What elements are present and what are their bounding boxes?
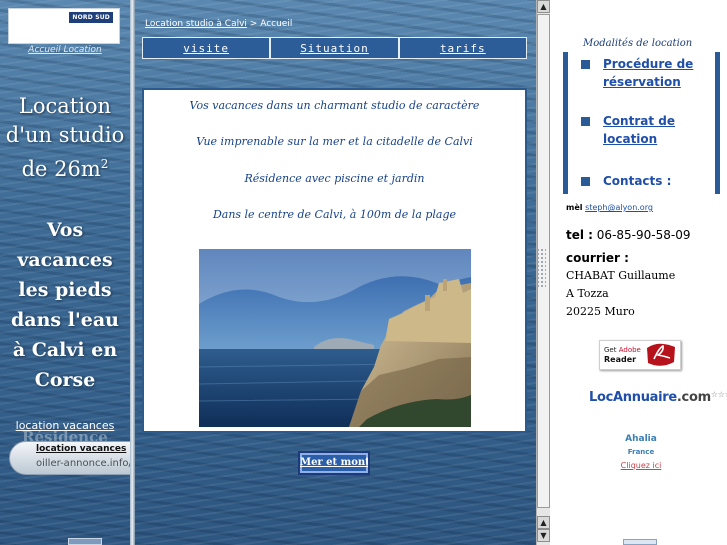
reservation-link[interactable]: Procédure de réservation bbox=[603, 55, 701, 91]
slogan: Vos vacances les pieds dans l'eau à Calv… bbox=[0, 215, 130, 395]
adobe-brand-text: Adobe bbox=[618, 346, 641, 354]
site-title-line: de 26m2 bbox=[0, 150, 130, 184]
adobe-get-text: Get bbox=[604, 346, 617, 354]
logo-badge: NORD SUD bbox=[69, 12, 113, 23]
rating-stars-icon: ☆☆☆ bbox=[710, 390, 727, 399]
contract-item[interactable]: Contrat de location bbox=[581, 112, 691, 148]
breadcrumb-separator: > bbox=[246, 19, 261, 29]
feature-text: Résidence avec piscine et jardin bbox=[244, 172, 425, 185]
right-bottom-button[interactable] bbox=[623, 539, 657, 545]
email-link[interactable]: steph@alyon.org bbox=[585, 203, 653, 212]
site-title: Location d'un studio de 26m2 bbox=[0, 92, 130, 184]
ad-banner-title[interactable]: location vacances bbox=[36, 444, 126, 454]
accent-bar-right bbox=[715, 52, 720, 194]
slogan-line: Vos bbox=[46, 219, 84, 241]
phone-number: 06-85-90-58-09 bbox=[596, 228, 691, 242]
locannuaire-banner[interactable]: LocAnnuaire.com☆☆☆ bbox=[589, 390, 727, 405]
site-title-text: de 26m bbox=[21, 157, 101, 181]
phone-line: tel : 06-85-90-58-09 bbox=[566, 228, 690, 242]
locannuaire-domain: .com bbox=[676, 390, 711, 405]
site-title-line: d'un studio bbox=[5, 123, 125, 147]
slogan-line: dans l'eau bbox=[11, 309, 119, 331]
phone-label: tel : bbox=[566, 228, 593, 242]
site-logo[interactable]: NORD SUD bbox=[8, 8, 120, 44]
square-bullet-icon bbox=[581, 117, 590, 126]
slogan-line: Corse bbox=[34, 369, 96, 391]
locannuaire-text: LocAnnuaire bbox=[589, 390, 677, 405]
adobe-badge-text: Get Adobe Reader bbox=[604, 346, 641, 365]
nav-tab-visite[interactable]: visite bbox=[143, 38, 270, 58]
email-line: mèl steph@alyon.org bbox=[566, 203, 653, 212]
email-label: mèl bbox=[566, 203, 583, 212]
square-bullet-icon bbox=[581, 177, 590, 186]
breadcrumb: Location studio à Calvi > Accueil bbox=[145, 19, 292, 29]
main-nav: visite Situation tarifs bbox=[142, 37, 527, 59]
arrow-down-icon[interactable]: ▼ bbox=[537, 529, 550, 542]
ahalia-cta-link[interactable]: Cliquez ici bbox=[563, 461, 719, 470]
left-frame: NORD SUD Accueil Location Location d'un … bbox=[0, 0, 130, 545]
accent-bar-left bbox=[563, 52, 568, 194]
ad-banner[interactable]: location vacances oiller-annonce.info/ l… bbox=[9, 441, 130, 475]
square-bullet-icon bbox=[581, 60, 590, 69]
content-panel: Vos vacances dans un charmant studio de … bbox=[142, 88, 527, 433]
contacts-heading: Contacts : bbox=[603, 174, 672, 188]
nav-tab-tarifs[interactable]: tarifs bbox=[397, 38, 526, 58]
site-title-superscript: 2 bbox=[100, 157, 109, 171]
ad-banner-url: oiller-annonce.info/ le bbox=[36, 458, 130, 469]
calvi-citadel-photo bbox=[199, 249, 471, 427]
adobe-reader-text: Reader bbox=[604, 355, 637, 364]
contacts-item: Contacts : bbox=[581, 172, 671, 190]
feature-text: Vue imprenable sur la mer et la citadell… bbox=[196, 135, 473, 148]
breadcrumb-current: Accueil bbox=[260, 19, 293, 29]
resize-grip[interactable] bbox=[536, 248, 546, 288]
address-line: CHABAT Guillaume bbox=[566, 269, 676, 282]
postal-label: courrier : bbox=[566, 251, 629, 265]
home-link[interactable]: Accueil Location bbox=[0, 45, 130, 55]
slogan-line: à Calvi en bbox=[12, 339, 118, 361]
right-frame-gap bbox=[550, 0, 563, 545]
arrow-up-icon[interactable]: ▲ bbox=[537, 516, 550, 529]
breadcrumb-link[interactable]: Location studio à Calvi bbox=[145, 19, 247, 29]
slogan-line: vacances bbox=[17, 249, 113, 271]
feature-text: Dans le centre de Calvi, à 100m de la pl… bbox=[212, 208, 457, 221]
modalites-title: Modalités de location bbox=[583, 38, 693, 49]
left-bottom-button[interactable] bbox=[68, 538, 102, 545]
side-frame: Modalités de location Procédure de réser… bbox=[563, 0, 727, 545]
get-adobe-reader-badge[interactable]: Get Adobe Reader bbox=[599, 340, 681, 370]
site-title-line: Location bbox=[18, 94, 112, 118]
calvi-citadel-image bbox=[199, 249, 471, 427]
address-line: 20225 Muro bbox=[566, 305, 635, 318]
contract-link[interactable]: Contrat de location bbox=[603, 112, 691, 148]
feature-text: Vos vacances dans un charmant studio de … bbox=[189, 99, 480, 112]
main-frame: Location studio à Calvi > Accueil visite… bbox=[135, 0, 536, 545]
ahalia-country: France bbox=[627, 448, 655, 456]
address-line: A Tozza bbox=[566, 287, 609, 300]
reservation-item[interactable]: Procédure de réservation bbox=[581, 55, 701, 91]
nav-tab-situation[interactable]: Situation bbox=[269, 38, 398, 58]
ahalia-name[interactable]: Ahalia bbox=[563, 434, 719, 444]
slogan-line: les pieds bbox=[18, 279, 112, 301]
arrow-up-icon[interactable]: ▲ bbox=[537, 0, 550, 13]
adobe-reader-icon bbox=[647, 343, 675, 366]
next-page-button[interactable]: Mer et montagne bbox=[298, 451, 370, 475]
